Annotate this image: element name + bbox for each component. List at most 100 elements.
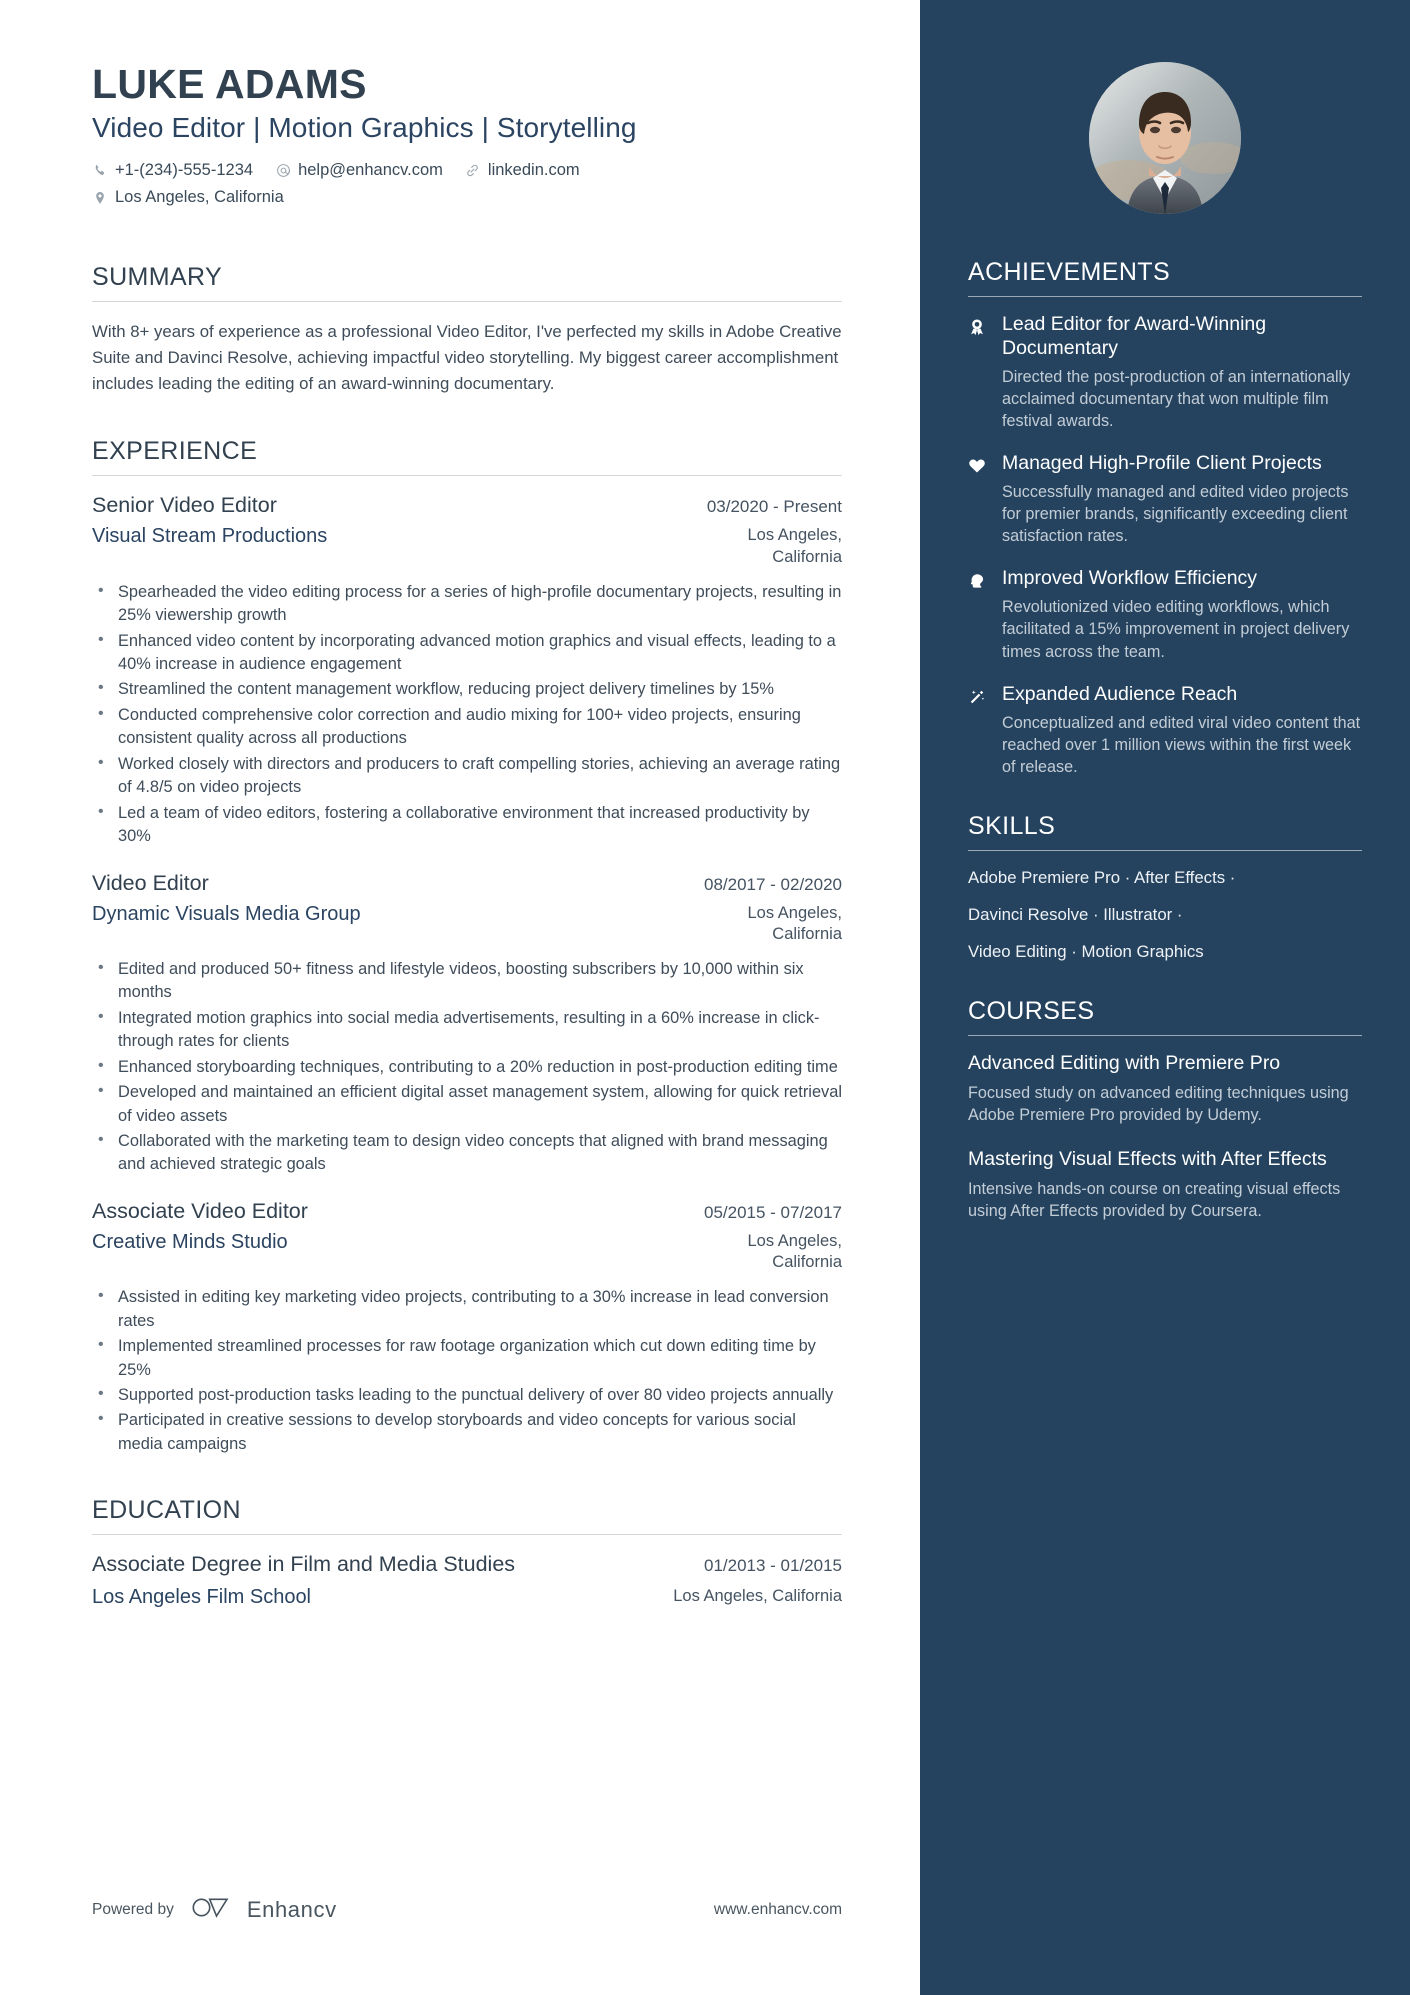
education-item-subheader: Los Angeles Film School Los Angeles, Cal…	[92, 1586, 842, 1609]
contact-email[interactable]: help@enhancv.com	[275, 157, 443, 184]
experience-section: EXPERIENCE Senior Video Editor 03/2020 -…	[92, 437, 842, 1456]
experience-bullet: Enhanced storyboarding techniques, contr…	[92, 1055, 842, 1079]
course-item: Mastering Visual Effects with After Effe…	[968, 1148, 1362, 1222]
education-location: Los Angeles, California	[673, 1587, 842, 1606]
experience-bullet: Conducted comprehensive color correction…	[92, 703, 842, 751]
achievement-title: Improved Workflow Efficiency	[1002, 567, 1258, 590]
courses-section: COURSES Advanced Editing with Premiere P…	[968, 997, 1362, 1222]
achievement-item: Lead Editor for Award-Winning Documentar…	[968, 313, 1362, 432]
skill-line: Davinci Resolve · Illustrator ·	[968, 904, 1183, 924]
skills-section: SKILLS Adobe Premiere Pro · After Effect…	[968, 812, 1362, 963]
email-icon	[275, 163, 291, 179]
avatar	[1089, 62, 1241, 214]
job-company: Visual Stream Productions	[92, 525, 328, 548]
achievement-body: Managed High-Profile Client Projects Suc…	[1002, 452, 1362, 547]
magic-wand-icon	[968, 683, 990, 778]
candidate-headline: Video Editor | Motion Graphics | Storyte…	[92, 111, 637, 143]
job-date: 08/2017 - 02/2020	[703, 874, 842, 894]
summary-title: SUMMARY	[92, 263, 223, 292]
course-description: Intensive hands-on course on creating vi…	[968, 1180, 1341, 1221]
experience-item: Video Editor 08/2017 - 02/2020 Dynamic V…	[92, 871, 842, 1177]
experience-item: Associate Video Editor 05/2015 - 07/2017…	[92, 1199, 842, 1456]
achievement-title: Managed High-Profile Client Projects	[1002, 452, 1322, 475]
experience-bullet: Developed and maintained an efficient di…	[92, 1080, 842, 1128]
courses-divider	[968, 1035, 1362, 1037]
heart-icon	[968, 452, 990, 547]
candidate-name: LUKE ADAMS	[92, 61, 367, 107]
job-title: Video Editor	[92, 870, 209, 895]
footer-website[interactable]: www.enhancv.com	[714, 1901, 842, 1919]
achievement-title: Lead Editor for Award-Winning Documentar…	[1002, 313, 1267, 359]
enhancv-wordmark: Enhancv	[246, 1896, 337, 1922]
experience-bullet: Led a team of video editors, fostering a…	[92, 801, 842, 849]
contact-location-text: Los Angeles, California	[115, 188, 284, 207]
summary-text: With 8+ years of experience as a profess…	[92, 322, 842, 394]
job-company: Creative Minds Studio	[92, 1230, 288, 1253]
skill-line: Adobe Premiere Pro · After Effects ·	[968, 868, 1236, 888]
achievements-list: Lead Editor for Award-Winning Documentar…	[968, 313, 1362, 778]
experience-bullet: Integrated motion graphics into social m…	[92, 1006, 842, 1054]
experience-item-subheader: Dynamic Visuals Media Group Los Angeles,…	[92, 903, 842, 945]
experience-bullet: Supported post-production tasks leading …	[92, 1383, 842, 1407]
job-date: 03/2020 - Present	[706, 497, 842, 517]
phone-icon	[92, 163, 108, 179]
experience-bullet: Edited and produced 50+ fitness and life…	[92, 957, 842, 1005]
experience-bullet: Worked closely with directors and produc…	[92, 752, 842, 800]
avatar-photo-icon	[1089, 62, 1241, 214]
enhancv-logo-icon	[190, 1894, 238, 1925]
contact-phone[interactable]: +1-(234)-555-1234	[92, 157, 253, 184]
job-company: Dynamic Visuals Media Group	[92, 902, 361, 925]
experience-bullet: Streamlined the content management workf…	[92, 677, 842, 701]
job-title: Senior Video Editor	[92, 493, 277, 518]
resume-page: LUKE ADAMS Video Editor | Motion Graphic…	[0, 0, 1410, 1995]
experience-item-header: Video Editor 08/2017 - 02/2020	[92, 871, 842, 896]
experience-item-subheader: Creative Minds Studio Los Angeles, Calif…	[92, 1231, 842, 1273]
achievements-divider	[968, 296, 1362, 297]
summary-section: SUMMARY With 8+ years of experience as a…	[92, 263, 842, 397]
experience-bullet: Collaborated with the marketing team to …	[92, 1129, 842, 1177]
course-item: Advanced Editing with Premiere Pro Focus…	[968, 1052, 1362, 1126]
education-item-header: Associate Degree in Film and Media Studi…	[92, 1552, 842, 1577]
achievement-body: Expanded Audience Reach Conceptualized a…	[1002, 683, 1362, 778]
achievement-item: Managed High-Profile Client Projects Suc…	[968, 452, 1362, 547]
skills-divider	[968, 850, 1362, 852]
course-title: Mastering Visual Effects with After Effe…	[968, 1148, 1327, 1171]
powered-by-block: Powered by Enhancv	[92, 1894, 337, 1925]
experience-item: Senior Video Editor 03/2020 - Present Vi…	[92, 493, 842, 848]
experience-divider	[92, 475, 842, 477]
achievement-body: Improved Workflow Efficiency Revolutioni…	[1002, 567, 1362, 662]
contact-link[interactable]: linkedin.com	[465, 157, 580, 184]
job-bullets: Assisted in editing key marketing video …	[92, 1285, 842, 1456]
education-degree: Associate Degree in Film and Media Studi…	[92, 1552, 516, 1577]
achievement-title: Expanded Audience Reach	[1002, 682, 1238, 705]
education-section: EDUCATION Associate Degree in Film and M…	[92, 1496, 842, 1609]
experience-bullet: Implemented streamlined processes for ra…	[92, 1334, 842, 1382]
skills-list: Adobe Premiere Pro · After Effects · Davi…	[968, 867, 1362, 963]
contact-row-primary: +1-(234)-555-1234 help@enhancv.com linke…	[92, 157, 842, 184]
main-column: LUKE ADAMS Video Editor | Motion Graphic…	[0, 0, 920, 1995]
experience-item-subheader: Visual Stream Productions Los Angeles, C…	[92, 525, 842, 567]
job-date: 05/2015 - 07/2017	[703, 1202, 842, 1222]
courses-list: Advanced Editing with Premiere Pro Focus…	[968, 1052, 1362, 1222]
experience-bullet: Spearheaded the video editing process fo…	[92, 580, 842, 628]
education-school: Los Angeles Film School	[92, 1586, 312, 1609]
education-list: Associate Degree in Film and Media Studi…	[92, 1552, 842, 1609]
link-icon	[465, 163, 481, 179]
enhancv-brand: Enhancv	[190, 1894, 337, 1925]
achievement-item: Improved Workflow Efficiency Revolutioni…	[968, 567, 1362, 662]
achievement-description: Successfully managed and edited video pr…	[1002, 482, 1349, 546]
skills-title: SKILLS	[968, 812, 1056, 841]
experience-item-header: Associate Video Editor 05/2015 - 07/2017	[92, 1199, 842, 1224]
contact-row-location: Los Angeles, California	[92, 184, 842, 211]
sidebar: ACHIEVEMENTS Lead Editor for Award-Winni…	[920, 0, 1410, 1995]
achievement-description: Revolutionized video editing workflows, …	[1002, 598, 1350, 661]
experience-item-header: Senior Video Editor 03/2020 - Present	[92, 493, 842, 518]
job-bullets: Spearheaded the video editing process fo…	[92, 580, 842, 849]
powered-by-label: Powered by	[92, 1900, 174, 1918]
achievement-description: Conceptualized and edited viral video co…	[1002, 713, 1361, 776]
course-description: Focused study on advanced editing techni…	[968, 1083, 1349, 1125]
contact-phone-text: +1-(234)-555-1234	[115, 160, 254, 179]
course-title: Advanced Editing with Premiere Pro	[968, 1052, 1281, 1075]
footer: Powered by Enhancv www.enhancv.com	[92, 1894, 842, 1925]
education-divider	[92, 1534, 842, 1536]
